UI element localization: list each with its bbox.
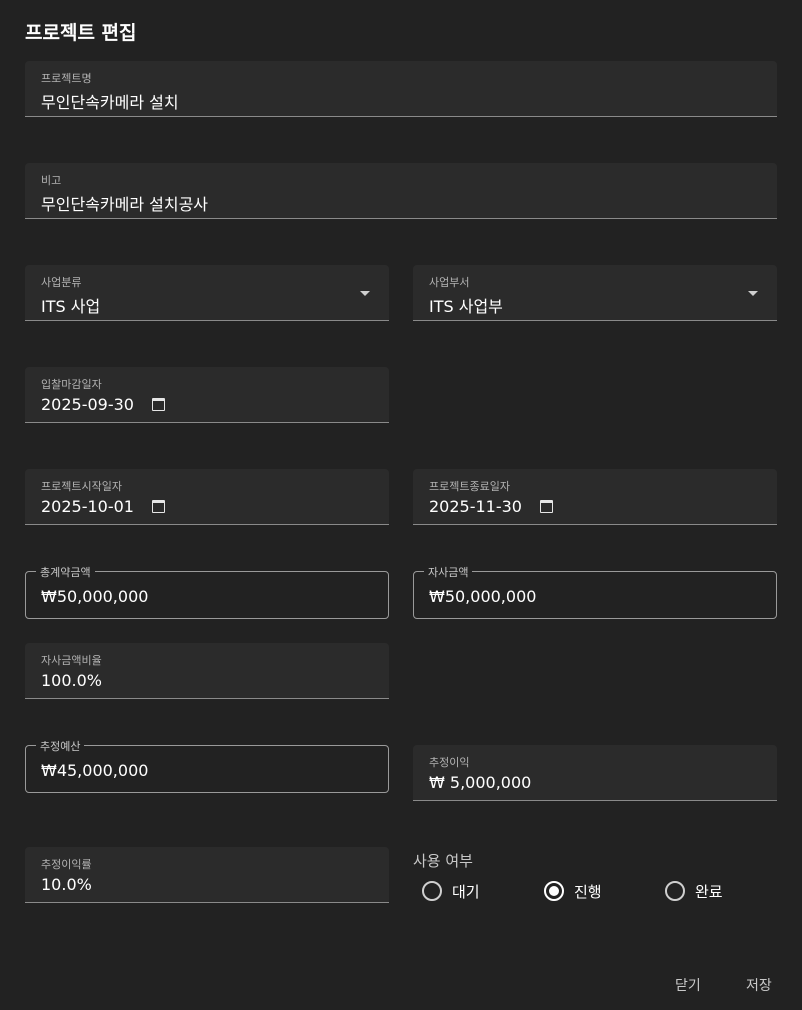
- calendar-icon[interactable]: [152, 500, 165, 513]
- total-contract-label: 총계약금액: [36, 564, 95, 580]
- end-date-label: 프로젝트종료일자: [429, 480, 510, 493]
- project-name-value: 무인단속카메라 설치: [41, 93, 179, 112]
- est-profit-label: 추정이익: [429, 756, 470, 769]
- project-name-label: 프로젝트명: [41, 72, 92, 85]
- radio-in-progress[interactable]: 진행: [544, 880, 602, 902]
- total-contract-field[interactable]: 총계약금액 ₩50,000,000: [25, 564, 389, 619]
- end-date-value: 2025-11-30: [429, 497, 522, 516]
- business-type-select[interactable]: 사업분류 ITS 사업: [25, 265, 389, 321]
- radio-standby-label: 대기: [452, 882, 480, 901]
- dialog-title: 프로젝트 편집: [25, 22, 137, 44]
- est-budget-label: 추정예산: [36, 738, 85, 754]
- est-profit-rate-label: 추정이익률: [41, 858, 92, 871]
- radio-in-progress-label: 진행: [574, 882, 602, 901]
- start-date-value: 2025-10-01: [41, 497, 134, 516]
- calendar-icon[interactable]: [152, 398, 165, 411]
- business-type-value: ITS 사업: [41, 297, 101, 316]
- est-profit-field[interactable]: 추정이익 ₩ 5,000,000: [413, 745, 777, 801]
- project-edit-dialog: 프로젝트 편집 프로젝트명 무인단속카메라 설치 비고 무인단속카메라 설치공사…: [0, 0, 802, 1010]
- own-amount-value: ₩50,000,000: [429, 587, 537, 606]
- own-ratio-label: 자사금액비율: [41, 654, 102, 667]
- own-ratio-value: 100.0%: [41, 671, 103, 690]
- start-date-label: 프로젝트시작일자: [41, 480, 122, 493]
- bid-deadline-label: 입찰마감일자: [41, 378, 102, 391]
- note-field[interactable]: 비고 무인단속카메라 설치공사: [25, 163, 777, 219]
- calendar-icon[interactable]: [540, 500, 553, 513]
- end-date-field[interactable]: 프로젝트종료일자 2025-11-30: [413, 469, 777, 525]
- save-button[interactable]: 저장: [746, 975, 772, 995]
- close-button[interactable]: 닫기: [675, 975, 701, 995]
- own-ratio-field[interactable]: 자사금액비율 100.0%: [25, 643, 389, 699]
- department-select[interactable]: 사업부서 ITS 사업부: [413, 265, 777, 321]
- est-profit-value: ₩ 5,000,000: [429, 773, 532, 792]
- chevron-down-icon: [360, 291, 370, 296]
- radio-unchecked-icon[interactable]: [665, 881, 685, 901]
- start-date-field[interactable]: 프로젝트시작일자 2025-10-01: [25, 469, 389, 525]
- department-value: ITS 사업부: [429, 297, 503, 316]
- est-profit-rate-value: 10.0%: [41, 875, 92, 894]
- radio-checked-icon[interactable]: [544, 881, 564, 901]
- project-name-field[interactable]: 프로젝트명 무인단속카메라 설치: [25, 61, 777, 117]
- radio-complete-label: 완료: [695, 882, 723, 901]
- bid-deadline-field[interactable]: 입찰마감일자 2025-09-30: [25, 367, 389, 423]
- note-value: 무인단속카메라 설치공사: [41, 195, 209, 214]
- own-amount-field[interactable]: 자사금액 ₩50,000,000: [413, 564, 777, 619]
- radio-unchecked-icon[interactable]: [422, 881, 442, 901]
- est-budget-field[interactable]: 추정예산 ₩45,000,000: [25, 738, 389, 793]
- own-amount-label: 자사금액: [424, 564, 473, 580]
- note-label: 비고: [41, 174, 62, 187]
- total-contract-value: ₩50,000,000: [41, 587, 149, 606]
- chevron-down-icon: [748, 291, 758, 296]
- bid-deadline-value: 2025-09-30: [41, 395, 134, 414]
- radio-complete[interactable]: 완료: [665, 880, 723, 902]
- est-profit-rate-field[interactable]: 추정이익률 10.0%: [25, 847, 389, 903]
- department-label: 사업부서: [429, 276, 470, 289]
- business-type-label: 사업분류: [41, 276, 82, 289]
- status-group-label: 사용 여부: [413, 852, 473, 870]
- radio-standby[interactable]: 대기: [422, 880, 480, 902]
- est-budget-value: ₩45,000,000: [41, 761, 149, 780]
